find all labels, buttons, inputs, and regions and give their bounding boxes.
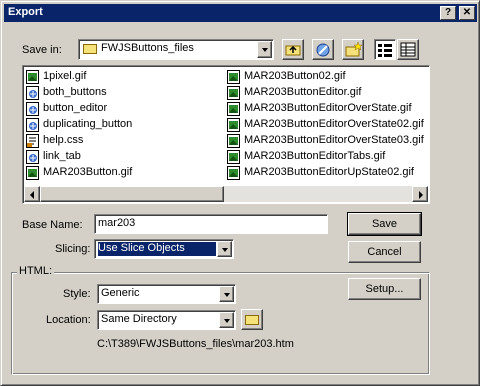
file-name: button_editor bbox=[43, 102, 108, 114]
base-name-value: mar203 bbox=[98, 217, 136, 229]
gif-file-icon bbox=[26, 70, 39, 84]
file-name: link_tab bbox=[43, 150, 81, 162]
slicing-dropdown-button[interactable] bbox=[217, 241, 232, 257]
scroll-thumb[interactable] bbox=[40, 186, 224, 202]
gif-file-icon bbox=[227, 70, 240, 84]
list-view-button[interactable] bbox=[374, 39, 396, 60]
file-name: MAR203Button.gif bbox=[43, 166, 133, 178]
save-in-combo[interactable]: FWJSButtons_files bbox=[78, 39, 274, 60]
chevron-down-icon bbox=[224, 293, 230, 297]
html-file-icon bbox=[26, 150, 39, 164]
file-name: both_buttons bbox=[43, 86, 107, 98]
css-file-icon bbox=[26, 134, 39, 148]
gif-file-icon bbox=[26, 166, 39, 180]
html-file-icon bbox=[26, 86, 39, 100]
chevron-down-icon bbox=[224, 319, 230, 323]
web-folder-icon bbox=[316, 43, 330, 57]
new-folder-button[interactable] bbox=[342, 39, 364, 60]
slicing-label: Slicing: bbox=[55, 243, 91, 255]
chevron-down-icon bbox=[222, 248, 228, 252]
chevron-down-icon bbox=[262, 48, 268, 52]
output-path: C:\T389\FWJSButtons_files\mar203.htm bbox=[97, 338, 294, 350]
file-name: MAR203ButtonEditorTabs.gif bbox=[244, 150, 386, 162]
setup-button[interactable]: Setup... bbox=[348, 278, 421, 300]
details-view-icon bbox=[400, 42, 416, 57]
style-dropdown-button[interactable] bbox=[219, 286, 234, 302]
base-name-label: Base Name: bbox=[22, 219, 83, 231]
gif-file-icon bbox=[227, 102, 240, 116]
help-button[interactable]: ? bbox=[440, 6, 456, 20]
arrow-left-icon bbox=[30, 191, 34, 199]
close-button[interactable]: ✕ bbox=[459, 6, 475, 20]
style-select[interactable]: Generic bbox=[97, 284, 236, 304]
location-dropdown-button[interactable] bbox=[219, 312, 234, 328]
file-name: MAR203ButtonEditorUpState02.gif bbox=[244, 166, 414, 178]
file-name: duplicating_button bbox=[43, 118, 133, 130]
gif-file-icon bbox=[227, 86, 240, 100]
file-name: help.css bbox=[43, 134, 84, 146]
gif-file-icon bbox=[227, 166, 240, 180]
location-label: Location: bbox=[46, 314, 91, 326]
gif-file-icon bbox=[227, 150, 240, 164]
scroll-right-button[interactable] bbox=[412, 186, 428, 202]
save-button[interactable]: Save bbox=[347, 212, 422, 236]
file-name: MAR203ButtonEditorOverState.gif bbox=[244, 102, 412, 114]
html-file-icon bbox=[26, 118, 39, 132]
save-in-dropdown-button[interactable] bbox=[257, 41, 272, 58]
base-name-input[interactable]: mar203 bbox=[94, 214, 328, 234]
save-in-value: FWJSButtons_files bbox=[101, 42, 194, 54]
style-label: Style: bbox=[63, 288, 91, 300]
browse-folder-button[interactable] bbox=[241, 309, 263, 330]
location-select[interactable]: Same Directory bbox=[97, 310, 236, 330]
list-view-icon bbox=[378, 44, 392, 57]
web-folder-button[interactable] bbox=[312, 39, 334, 60]
cancel-button-label: Cancel bbox=[367, 246, 402, 258]
folder-up-icon bbox=[285, 45, 301, 56]
slicing-value: Use Slice Objects bbox=[98, 242, 185, 254]
gif-file-icon bbox=[227, 134, 240, 148]
file-name: MAR203ButtonEditorOverState03.gif bbox=[244, 134, 424, 146]
location-value: Same Directory bbox=[101, 313, 177, 325]
setup-button-label: Setup... bbox=[365, 283, 404, 295]
title-bar[interactable]: Export ? ✕ bbox=[4, 4, 477, 22]
gif-file-icon bbox=[227, 118, 240, 132]
folder-icon bbox=[245, 315, 259, 325]
html-group-label: HTML: bbox=[17, 265, 54, 277]
file-list[interactable]: 1pixel.gif both_buttons button_editordupli… bbox=[22, 65, 430, 204]
file-name: MAR203ButtonEditorOverState02.gif bbox=[244, 118, 424, 130]
style-value: Generic bbox=[101, 287, 140, 299]
save-in-label: Save in: bbox=[22, 44, 62, 56]
horizontal-scrollbar[interactable] bbox=[24, 186, 428, 202]
new-folder-icon bbox=[345, 41, 363, 57]
arrow-right-icon bbox=[419, 191, 423, 199]
scroll-left-button[interactable] bbox=[24, 186, 40, 202]
folder-icon bbox=[83, 44, 97, 54]
slicing-select[interactable]: Use Slice Objects bbox=[94, 239, 234, 259]
window-title: Export bbox=[8, 6, 43, 18]
save-button-label: Save bbox=[371, 218, 398, 230]
details-view-button[interactable] bbox=[397, 39, 419, 60]
export-dialog: Export ? ✕ Save in: FWJSButtons_files 1p… bbox=[0, 0, 480, 386]
file-name: MAR203ButtonEditor.gif bbox=[244, 86, 362, 98]
file-name: 1pixel.gif bbox=[43, 70, 87, 82]
up-folder-button[interactable] bbox=[282, 39, 304, 60]
file-name: MAR203Button02.gif bbox=[244, 70, 346, 82]
html-file-icon bbox=[26, 102, 39, 116]
cancel-button[interactable]: Cancel bbox=[348, 241, 421, 263]
